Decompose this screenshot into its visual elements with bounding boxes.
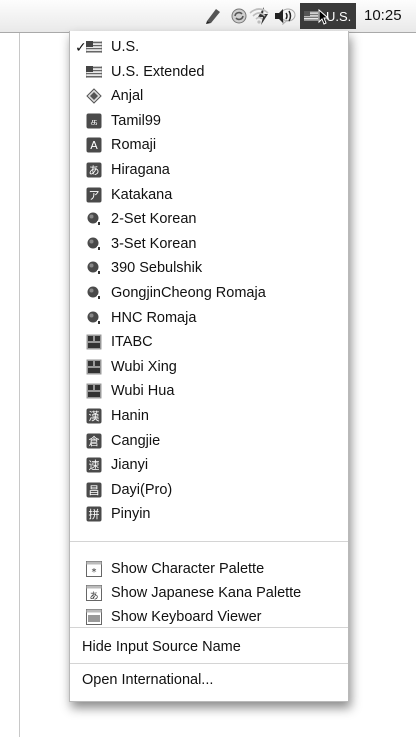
input-source-label: Pinyin (111, 506, 151, 523)
open-international-item[interactable]: Open International... (70, 668, 348, 692)
kana-palette-icon: あ (86, 585, 102, 601)
keyboard-viewer-icon (86, 609, 102, 625)
input-source-item[interactable]: Anjal (70, 84, 348, 108)
input-menu-dropdown: ✓ U.S. U.S. Extended Anjal க Tamil99 A Romaji あ H… (69, 31, 349, 702)
romaji-a-icon: A (86, 137, 102, 153)
anjal-diamond-icon (86, 88, 102, 104)
wubi-xing-icon (86, 359, 102, 375)
itabc-icon (86, 334, 102, 350)
wubi-hua-icon (86, 383, 102, 399)
input-menu-label: U.S. (326, 8, 352, 24)
input-source-label: Wubi Hua (111, 383, 175, 400)
input-source-label: Jianyi (111, 457, 149, 474)
input-source-item[interactable]: HNC Romaja (70, 306, 348, 330)
menu-separator (70, 627, 348, 628)
svg-text:速: 速 (89, 459, 100, 472)
input-source-item[interactable]: Wubi Hua (70, 379, 348, 403)
input-source-label: Anjal (111, 88, 144, 105)
input-source-item[interactable]: あ Hiragana (70, 158, 348, 182)
hide-input-source-name-item[interactable]: Hide Input Source Name (70, 635, 348, 659)
tamil-glyph-icon: க (86, 113, 102, 129)
korean-2set-icon (86, 211, 102, 227)
input-source-label: 3-Set Korean (111, 235, 197, 252)
input-menu-button[interactable]: U.S. (300, 3, 356, 29)
input-source-label: Tamil99 (111, 112, 161, 129)
svg-text:昌: 昌 (89, 484, 100, 497)
svg-text:*: * (92, 567, 97, 577)
input-source-label: 390 Sebulshik (111, 260, 203, 277)
korean-gongjin-icon (86, 285, 102, 301)
input-source-label: 2-Set Korean (111, 211, 197, 228)
svg-text:拼: 拼 (89, 507, 100, 521)
svg-text:க: க (90, 115, 97, 128)
input-source-item[interactable]: ア Katakana (70, 183, 348, 207)
input-source-label: U.S. (111, 39, 140, 55)
palette-tool-item[interactable]: あ Show Japanese Kana Palette (70, 581, 348, 605)
open-international-label: Open International... (82, 672, 214, 688)
input-source-item[interactable]: ✓ U.S. (70, 35, 348, 59)
katakana-icon: ア (86, 187, 102, 203)
window-edge (19, 30, 20, 737)
input-source-label: U.S. Extended (111, 63, 205, 80)
input-source-label: Hiragana (111, 162, 170, 178)
input-source-label: Hanin (111, 408, 149, 424)
input-source-label: Wubi Xing (111, 358, 177, 375)
palette-tool-label: Show Japanese Kana Palette (111, 585, 302, 601)
korean-3set-icon (86, 236, 102, 252)
sync-icon[interactable] (229, 4, 249, 28)
character-palette-icon: * (86, 561, 102, 577)
input-source-label: Dayi(Pro) (111, 481, 173, 498)
input-source-item[interactable]: 倉 Cangjie (70, 429, 348, 453)
menu-separator (70, 541, 348, 542)
input-source-item[interactable]: ITABC (70, 330, 348, 354)
svg-text:A: A (90, 139, 98, 152)
input-source-label: Cangjie (111, 432, 161, 449)
us-flag-icon (304, 9, 318, 24)
hiragana-icon: あ (86, 162, 102, 178)
input-source-item[interactable]: 速 Jianyi (70, 453, 348, 477)
input-source-label: ITABC (111, 334, 153, 351)
svg-text:あ: あ (89, 591, 98, 601)
pinyin-icon: 拼 (86, 506, 102, 522)
input-source-item[interactable]: 漢 Hanin (70, 404, 348, 428)
input-source-item[interactable]: 拼 Pinyin (70, 502, 348, 526)
input-source-label: HNC Romaja (111, 309, 197, 326)
palette-tool-label: Show Keyboard Viewer (111, 609, 262, 625)
input-source-item[interactable]: 2-Set Korean (70, 207, 348, 231)
input-source-label: GongjinCheong Romaja (111, 285, 266, 301)
hide-input-source-name-label: Hide Input Source Name (82, 639, 241, 655)
cangjie-icon: 倉 (86, 433, 102, 449)
wifi-signal-icon[interactable] (248, 6, 270, 31)
korean-hnc-icon (86, 310, 102, 326)
us-flag-icon (86, 64, 102, 80)
input-source-item[interactable]: 昌 Dayi(Pro) (70, 478, 348, 502)
script-menu-icon[interactable] (203, 4, 223, 28)
svg-text:倉: 倉 (89, 434, 100, 448)
dayi-icon: 昌 (86, 482, 102, 498)
input-source-item[interactable]: A Romaji (70, 133, 348, 157)
input-source-item[interactable]: 390 Sebulshik (70, 256, 348, 280)
svg-text:漢: 漢 (89, 410, 100, 423)
input-source-item[interactable]: 3-Set Korean (70, 232, 348, 256)
input-source-item[interactable]: க Tamil99 (70, 109, 348, 133)
korean-390-icon (86, 260, 102, 276)
menu-separator (70, 663, 348, 664)
us-flag-icon (86, 39, 102, 55)
hanin-icon: 漢 (86, 408, 102, 424)
input-source-item[interactable]: Wubi Xing (70, 355, 348, 379)
input-source-item[interactable]: GongjinCheong Romaja (70, 281, 348, 305)
palette-tool-item[interactable]: * Show Character Palette (70, 557, 348, 581)
menubar-clock[interactable]: 10:25 (364, 0, 402, 32)
desktop: U.S. 10:25 ✓ U.S. U.S. Extended Anjal க Tamil… (0, 0, 416, 737)
palette-tool-item[interactable]: Show Keyboard Viewer (70, 605, 348, 629)
volume-icon[interactable] (273, 7, 295, 30)
input-source-label: Romaji (111, 137, 157, 154)
svg-text:ア: ア (89, 189, 100, 202)
input-source-item[interactable]: U.S. Extended (70, 60, 348, 84)
jianyi-icon: 速 (86, 457, 102, 473)
input-source-label: Katakana (111, 186, 173, 203)
svg-text:あ: あ (89, 164, 100, 177)
palette-tool-label: Show Character Palette (111, 561, 265, 577)
